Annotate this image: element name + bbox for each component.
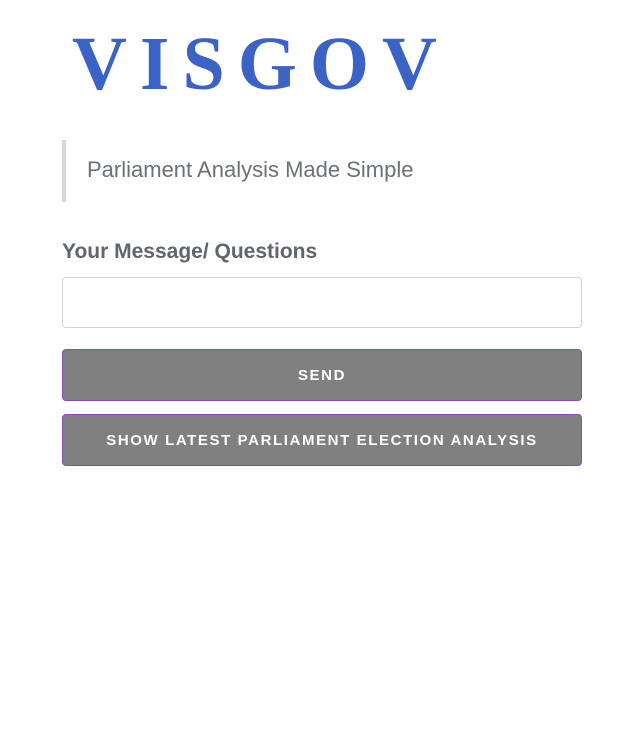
tagline-blockquote: Parliament Analysis Made Simple xyxy=(62,140,582,202)
message-input[interactable] xyxy=(62,277,582,328)
visgov-logo: VISGOV xyxy=(72,22,450,106)
tagline-text: Parliament Analysis Made Simple xyxy=(87,157,414,182)
show-election-analysis-button[interactable]: SHOW LATEST PARLIAMENT ELECTION ANALYSIS xyxy=(62,414,582,466)
message-field-label: Your Message/ Questions xyxy=(62,240,318,263)
send-button[interactable]: SEND xyxy=(62,349,582,401)
